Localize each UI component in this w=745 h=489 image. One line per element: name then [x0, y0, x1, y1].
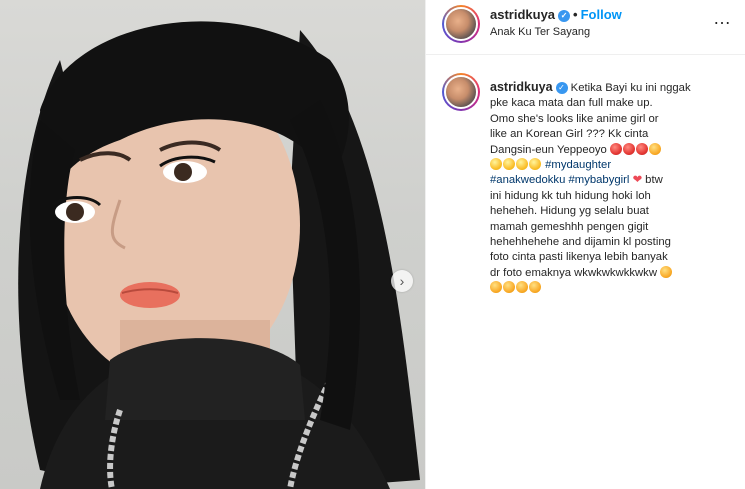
- follow-button[interactable]: Follow: [581, 7, 622, 22]
- separator-dot: •: [573, 7, 578, 22]
- smiling-emoji-icon: [490, 158, 502, 171]
- hashtag-link[interactable]: #mybabygirl: [569, 174, 630, 186]
- profile-avatar[interactable]: [442, 5, 480, 43]
- winking-emoji-icon: [660, 265, 673, 278]
- heart-eyes-emoji-icon: [622, 142, 635, 155]
- hashtag-link[interactable]: #anakwedokku: [490, 174, 565, 186]
- winking-emoji-icon: [529, 281, 541, 294]
- winking-emoji-icon: [503, 281, 515, 294]
- caption-line: like an Korean Girl ??? Kk cinta: [490, 128, 649, 141]
- verified-badge-icon: ✓: [558, 10, 571, 22]
- smiling-emoji-icon: [503, 158, 515, 171]
- caption-line-emoji: [490, 281, 735, 296]
- caption-line: hehehhehehe and dijamin kl posting: [490, 236, 671, 249]
- caption-line: heheheh. Hidung yg selalu buat: [490, 205, 649, 218]
- post-location[interactable]: Anak Ku Ter Sayang: [490, 26, 590, 38]
- caption-line-emoji: #mydaughter: [490, 158, 735, 173]
- portrait-illustration: [18, 21, 420, 489]
- caption-line-tags: #anakwedokku #mybabygirl ❤ btw: [490, 174, 663, 187]
- smiling-emoji-icon: [516, 158, 528, 171]
- caption-username[interactable]: astridkuya: [490, 80, 553, 94]
- post-details-panel: astridkuya ✓ • Follow Anak Ku Ter Sayang … …: [425, 0, 745, 489]
- header-username-row: astridkuya ✓ • Follow: [490, 7, 622, 22]
- caption-line: pke kaca mata dan full make up.: [490, 97, 653, 110]
- post-header: astridkuya ✓ • Follow Anak Ku Ter Sayang …: [426, 0, 745, 55]
- caption-line-with-emoji: Dangsin-eun Yeppeoyo: [490, 142, 735, 158]
- winking-emoji-icon: [648, 142, 661, 155]
- hashtag-link[interactable]: #mydaughter: [545, 159, 611, 171]
- post-photo: ›: [0, 0, 425, 489]
- caption-avatar[interactable]: [442, 73, 480, 111]
- caption-line: foto cinta pasti likenya lebih banyak: [490, 251, 668, 264]
- winking-emoji-icon: [490, 281, 502, 294]
- next-photo-button[interactable]: ›: [391, 270, 413, 292]
- caption-text: astridkuya ✓ Ketika Bayi ku ini nggak pke…: [490, 80, 735, 297]
- caption-line: Omo she's looks like anime girl or: [490, 112, 659, 125]
- more-options-icon[interactable]: …: [713, 8, 732, 29]
- winking-emoji-icon: [516, 281, 528, 294]
- verified-badge-icon: ✓: [555, 82, 568, 94]
- caption-line: ini hidung kk tuh hidung hoki loh: [490, 189, 651, 202]
- header-username[interactable]: astridkuya: [490, 7, 555, 22]
- smiling-emoji-icon: [529, 158, 541, 171]
- caption-line-last: dr foto emaknya wkwkwkwkkwkw: [490, 265, 735, 281]
- heart-eyes-emoji-icon: [609, 142, 622, 155]
- caption-line: Ketika Bayi ku ini nggak: [570, 82, 691, 94]
- caption-line: mamah gemeshhh pengen gigit: [490, 220, 649, 233]
- heart-eyes-emoji-icon: [635, 142, 648, 155]
- red-heart-emoji-icon: ❤: [632, 174, 643, 187]
- chevron-right-icon: ›: [399, 273, 405, 289]
